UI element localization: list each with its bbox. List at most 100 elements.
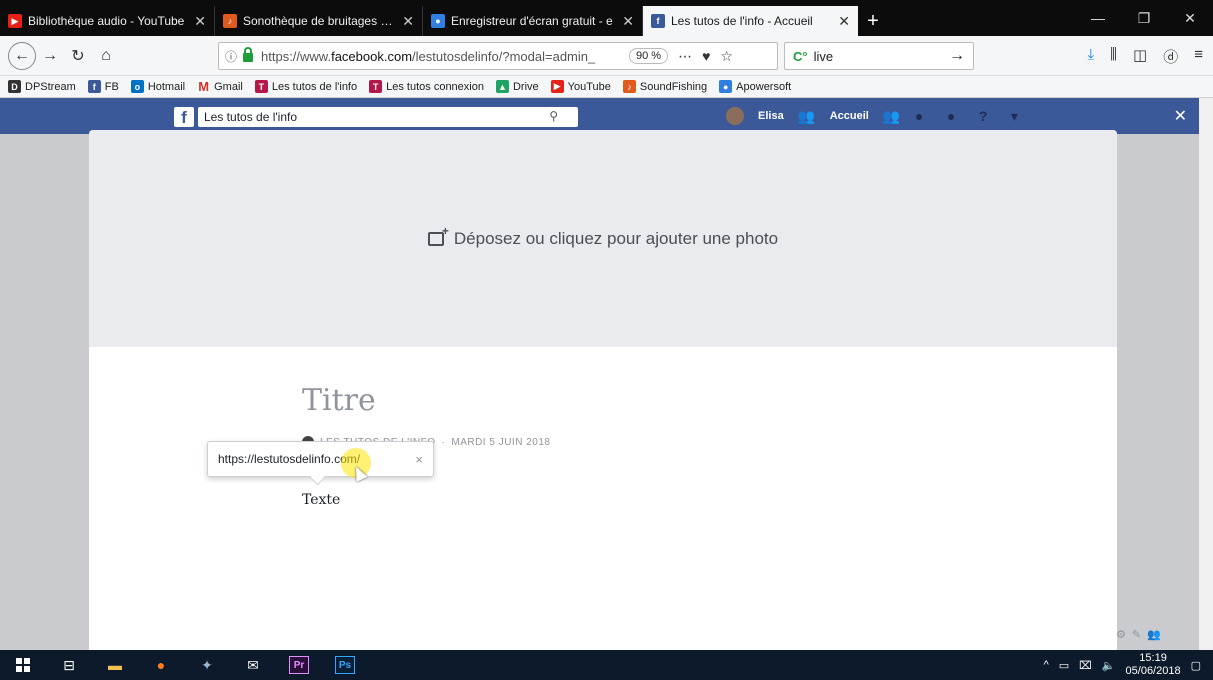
article-body-input[interactable]: Texte	[302, 492, 340, 508]
photoshop-icon[interactable]: Ps	[322, 650, 368, 680]
clock[interactable]: 15:19 05/06/2018	[1126, 652, 1181, 678]
paint-icon[interactable]: ✦	[184, 650, 230, 680]
premiere-icon[interactable]: Pr	[276, 650, 322, 680]
close-icon[interactable]: ✕	[1174, 106, 1187, 126]
chevron-down-icon[interactable]: ▾	[1011, 108, 1029, 124]
tab-youtube-audio[interactable]: ▶ Bibliothèque audio - YouTube ✕	[0, 6, 215, 36]
tab-facebook-active[interactable]: f Les tutos de l'info - Accueil ✕	[643, 6, 858, 36]
gmail-icon: M	[197, 79, 211, 94]
bookmark-hotmail[interactable]: o Hotmail	[130, 80, 185, 93]
photo-drop-zone[interactable]: Déposez ou cliquez pour ajouter une phot…	[89, 130, 1117, 347]
menu-icon[interactable]: ≡	[1194, 46, 1203, 67]
firefox-icon[interactable]: ●	[138, 650, 184, 680]
close-icon[interactable]: ✕	[402, 13, 414, 30]
bookmark-label: SoundFishing	[639, 80, 708, 93]
page-actions-icon[interactable]: ⋯	[678, 48, 692, 65]
avatar[interactable]	[726, 107, 744, 125]
close-icon[interactable]: ✕	[622, 13, 634, 30]
forward-button[interactable]: →	[36, 42, 64, 70]
back-button[interactable]: ←	[8, 41, 36, 70]
bookmark-label: YouTube	[567, 80, 611, 93]
tab-title: Les tutos de l'info - Accueil	[671, 14, 813, 28]
bookmark-gmail[interactable]: M Gmail	[197, 79, 243, 94]
mail-icon[interactable]: ✉	[230, 650, 276, 680]
system-tray: ^ ▭ ⌧ 🔈 15:19 05/06/2018 ▢	[1044, 652, 1213, 678]
friend-requests-icon[interactable]: 👥	[883, 108, 901, 124]
chevron-up-icon[interactable]: ^	[1044, 659, 1049, 671]
meta-separator: ·	[441, 436, 446, 448]
url-text[interactable]: https://www.facebook.com/lestutosdelinfo…	[261, 49, 621, 64]
profile-link[interactable]: Elisa	[758, 110, 784, 122]
close-window-button[interactable]: ✕	[1167, 10, 1213, 27]
start-button[interactable]	[0, 650, 46, 680]
link-url-input[interactable]: https://lestutosdelinfo.com/	[218, 452, 360, 466]
new-tab-button[interactable]: +	[858, 6, 888, 36]
volume-icon[interactable]: 🔈	[1102, 659, 1116, 672]
bookmark-tutos-connexion[interactable]: T Les tutos connexion	[369, 80, 484, 93]
people-icon[interactable]: 👥	[1147, 628, 1161, 641]
notifications-icon[interactable]: ▢	[1191, 659, 1201, 672]
zoom-badge[interactable]: 90 %	[629, 48, 669, 64]
bookmark-soundfishing[interactable]: ♪ SoundFishing	[622, 80, 708, 93]
tab-sonotheque[interactable]: ♪ Sonothèque de bruitages et m ✕	[215, 6, 423, 36]
network-icon[interactable]: ⌧	[1079, 659, 1092, 672]
search-icon[interactable]: ⚲	[549, 109, 558, 123]
facebook-search-value: Les tutos de l'info	[204, 110, 298, 124]
messenger-icon[interactable]: ●	[915, 108, 933, 124]
help-icon[interactable]: ?	[979, 108, 997, 124]
bookmark-tutos-info[interactable]: T Les tutos de l'info	[254, 80, 357, 93]
apowersoft-icon: ●	[431, 14, 445, 28]
home-button[interactable]: ⌂	[92, 42, 120, 70]
youtube-icon: ▶	[550, 80, 564, 93]
facebook-search-input[interactable]: Les tutos de l'info ⚲	[198, 107, 578, 127]
photoshop-label: Ps	[335, 656, 355, 674]
facebook-icon: f	[651, 14, 665, 28]
search-engine-icon[interactable]: C°	[793, 49, 808, 64]
search-bar[interactable]: C° live →	[784, 42, 974, 70]
home-link[interactable]: Accueil	[830, 110, 869, 122]
windows-taskbar: ⊟ ▬ ● ✦ ✉ Pr Ps ^ ▭ ⌧ 🔈 15:19 05/06/2018…	[0, 650, 1213, 680]
soundfishing-icon: ♪	[223, 14, 237, 28]
page-scrollbar[interactable]	[1199, 98, 1213, 650]
tab-title: Enregistreur d'écran gratuit - e	[451, 14, 613, 28]
premiere-label: Pr	[289, 656, 309, 674]
bookmark-fb[interactable]: f FB	[87, 80, 119, 93]
notifications-icon[interactable]: ●	[947, 108, 965, 124]
reload-button[interactable]: ↻	[64, 42, 92, 70]
download-icon[interactable]: ⤓	[1087, 46, 1094, 67]
close-icon[interactable]: ×	[415, 452, 423, 467]
library-icon[interactable]: ⫼	[1110, 46, 1117, 67]
close-icon[interactable]: ✕	[838, 13, 850, 30]
article-title-input[interactable]: Titre	[302, 383, 376, 418]
bookmark-label: Gmail	[214, 80, 243, 93]
facebook-icon: f	[87, 80, 101, 93]
edit-icon[interactable]: ✎	[1132, 628, 1141, 641]
bookmark-drive[interactable]: ▲ Drive	[495, 80, 539, 93]
friends-notification-icon[interactable]: 👥	[798, 108, 816, 124]
url-bar[interactable]: ⓘ https://www.facebook.com/lestutosdelin…	[218, 42, 778, 70]
add-photo-icon	[427, 224, 449, 246]
task-view-icon[interactable]: ⊟	[46, 650, 92, 680]
bookmark-apowersoft[interactable]: ● Apowersoft	[719, 80, 791, 93]
bookmark-youtube[interactable]: ▶ YouTube	[550, 80, 611, 93]
search-go-icon[interactable]: →	[949, 47, 965, 65]
minimize-button[interactable]: —	[1075, 10, 1121, 26]
url-prefix: https://www.	[261, 48, 332, 64]
info-icon[interactable]: ⓘ	[225, 48, 237, 65]
facebook-logo-icon[interactable]: f	[174, 107, 194, 127]
battery-icon[interactable]: ▭	[1059, 659, 1069, 672]
bookmark-star-icon[interactable]: ☆	[720, 48, 733, 65]
search-input[interactable]: live	[814, 49, 834, 64]
sidebar-icon[interactable]: ◫	[1133, 46, 1147, 67]
bookmark-dpstream[interactable]: D DPStream	[8, 80, 76, 93]
file-explorer-icon[interactable]: ▬	[92, 650, 138, 680]
clock-date: 05/06/2018	[1125, 665, 1181, 677]
pocket-icon[interactable]: ♥	[702, 48, 710, 65]
photo-prompt: Déposez ou cliquez pour ajouter une phot…	[453, 228, 779, 248]
maximize-button[interactable]: ❐	[1121, 10, 1167, 27]
close-icon[interactable]: ✕	[194, 13, 206, 30]
url-actions: ⋯ ♥ ☆	[678, 48, 733, 65]
tab-apowersoft[interactable]: ● Enregistreur d'écran gratuit - e ✕	[423, 6, 643, 36]
extension-icon[interactable]: ⓓ	[1163, 46, 1178, 67]
settings-gear-icon[interactable]: ⚙	[1116, 628, 1126, 641]
